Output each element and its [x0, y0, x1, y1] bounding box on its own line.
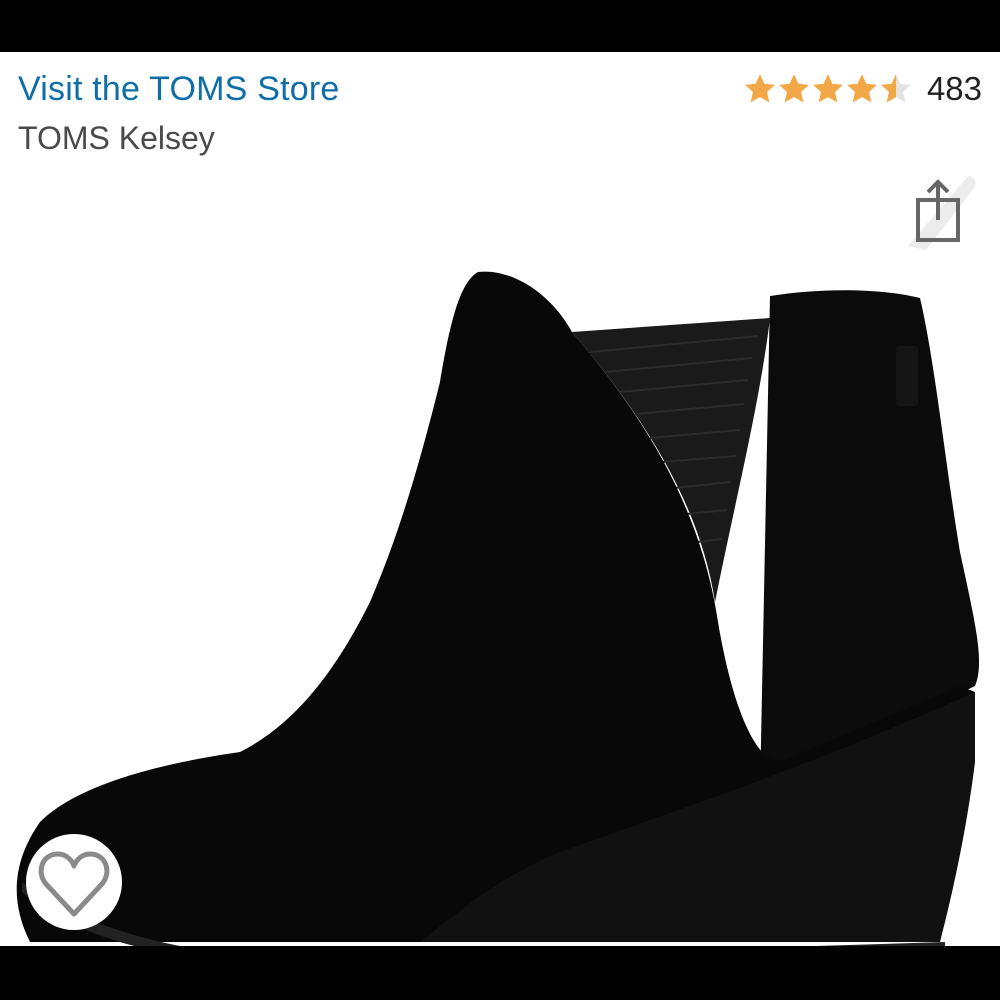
product-title: TOMS Kelsey: [18, 120, 215, 156]
pull-tab: [896, 346, 918, 406]
top-black-bar: [0, 0, 1000, 52]
product-panel: Visit the TOMS Store TOMS Kelsey 483: [0, 52, 1000, 946]
star-icon: [847, 74, 877, 103]
product-image[interactable]: [0, 202, 1000, 946]
star-rating: [743, 72, 913, 106]
star-icon: [779, 74, 809, 103]
bottom-black-bar: [0, 946, 1000, 1000]
star-icon: [745, 74, 775, 103]
visit-store-link[interactable]: Visit the TOMS Store: [18, 70, 339, 109]
share-button[interactable]: [896, 166, 982, 252]
share-icon: [908, 176, 976, 250]
rating-count: 483: [926, 70, 982, 107]
heart-icon: [26, 834, 122, 930]
star-icon: [813, 74, 843, 103]
half-star-icon: [881, 74, 911, 103]
rating-summary[interactable]: 483: [743, 70, 982, 108]
favorite-button[interactable]: [24, 832, 124, 932]
